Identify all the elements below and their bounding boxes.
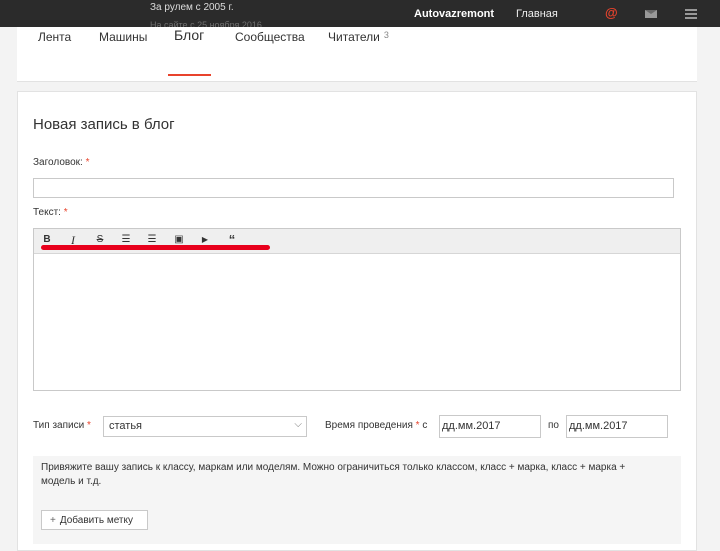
add-tag-label: Добавить метку [59, 515, 133, 526]
add-tag-button[interactable]: + Добавить метку [41, 510, 148, 530]
home-link[interactable]: Главная [516, 8, 558, 20]
date-to-label: по [548, 420, 559, 431]
required-mark: * [85, 157, 90, 168]
text-editor[interactable]: B I S ☰ ☰ ▣ ▶ “ [33, 228, 681, 391]
profile-driving-since: За рулем с 2005 г. [150, 2, 234, 13]
text-label: Текст: * [33, 207, 68, 218]
mail-icon[interactable] [645, 10, 657, 18]
tab-feed[interactable]: Лента [38, 30, 71, 44]
heading-input[interactable] [33, 178, 674, 198]
plus-icon: + [50, 515, 56, 526]
text-label-text: Текст: [33, 207, 61, 218]
tag-help-text: Привяжите вашу запись к классу, маркам и… [41, 462, 626, 487]
post-type-select[interactable]: статья ⌵ [103, 416, 307, 437]
strikethrough-icon[interactable]: S [93, 234, 107, 245]
event-time-label: Время проведения * с [325, 420, 427, 431]
menu-icon[interactable] [685, 9, 697, 19]
notifications-at-icon[interactable]: @ [605, 5, 618, 20]
post-type-label: Тип записи * [33, 420, 91, 431]
required-mark: * [415, 420, 420, 431]
post-type-label-text: Тип записи [33, 420, 85, 431]
tab-cars[interactable]: Машины [99, 30, 147, 44]
event-time-label-text: Время проведения [325, 420, 413, 431]
chevron-down-icon: ⌵ [294, 419, 302, 430]
user-name-link[interactable]: Autovazremont [414, 8, 494, 20]
required-mark: * [63, 207, 68, 218]
required-mark: * [86, 420, 91, 431]
tab-readers[interactable]: Читатели 3 [328, 30, 389, 44]
tab-readers-label: Читатели [328, 30, 380, 44]
heading-label: Заголовок: * [33, 157, 89, 168]
date-from-input[interactable]: дд.мм.2017 [439, 415, 541, 438]
image-icon[interactable]: ▣ [172, 234, 186, 245]
tab-communities[interactable]: Сообщества [235, 30, 305, 44]
tab-blog[interactable]: Блог [174, 27, 204, 43]
post-type-value: статья [109, 420, 143, 432]
heading-label-text: Заголовок: [33, 157, 83, 168]
readers-count: 3 [383, 30, 389, 40]
video-icon[interactable]: ▶ [198, 235, 212, 244]
numbered-list-icon[interactable]: ☰ [145, 234, 159, 245]
date-from-label: с [422, 420, 428, 431]
bulleted-list-icon[interactable]: ☰ [119, 234, 133, 245]
bold-icon[interactable]: B [40, 234, 54, 245]
page-title: Новая запись в блог [33, 116, 175, 133]
red-highlight-underline [41, 245, 270, 250]
date-to-input[interactable]: дд.мм.2017 [566, 415, 668, 438]
editor-toolbar: B I S ☰ ☰ ▣ ▶ “ [34, 229, 680, 254]
active-tab-indicator [168, 74, 211, 76]
